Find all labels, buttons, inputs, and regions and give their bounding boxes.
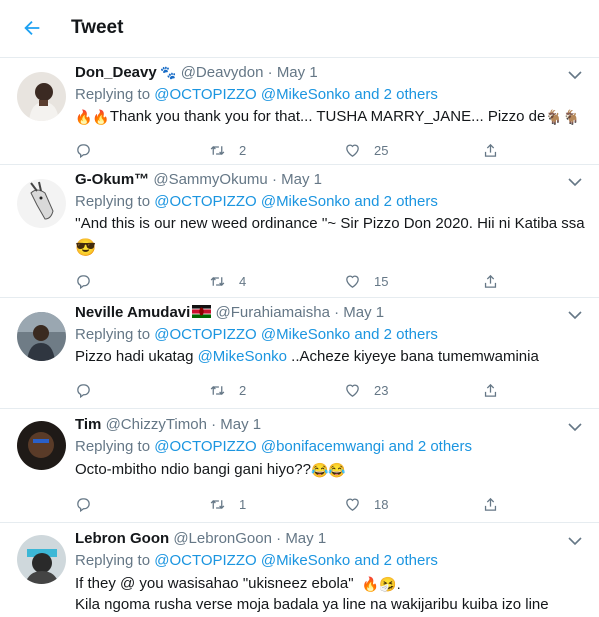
tweet-date[interactable]: May 1 [220,416,261,433]
tweet-text: ''And this is our new weed ordinance ''~… [75,215,585,232]
tweet-date[interactable]: May 1 [281,171,322,188]
author-handle[interactable]: @ChizzyTimoh [106,416,207,433]
chevron-down-icon[interactable] [568,422,582,432]
top-bar: Tweet [0,0,599,58]
avatar[interactable] [17,312,66,361]
tweet-item[interactable]: Lebron Goon @LebronGoon · May 1 Replying… [0,523,599,617]
chevron-down-icon[interactable] [568,70,582,80]
share-icon [484,274,497,288]
reply-icon [77,498,90,513]
like-button[interactable]: 25 [344,142,388,159]
tweet-text: Pizzo hadi ukatag @MikeSonko ..Acheze ki… [75,348,539,365]
replying-to: Replying to @OCTOPIZZO @bonifacemwangi a… [75,438,473,455]
reply-button[interactable] [75,496,105,513]
share-button[interactable] [482,496,512,513]
replying-to: Replying to @OCTOPIZZO @MikeSonko and 2 … [75,193,438,210]
kenya-flag-emoji [192,305,212,318]
retweet-icon [210,386,225,395]
like-icon [346,384,359,397]
tweet-item[interactable]: Neville Amudavi @Furahiamaisha · May 1 R… [0,298,599,409]
retweet-button[interactable]: 2 [209,142,246,159]
author-name[interactable]: Lebron Goon [75,530,169,547]
author-name[interactable]: Tim [75,416,101,433]
author-name[interactable]: Don_Deavy [75,64,157,81]
share-icon [484,497,497,511]
author-handle[interactable]: @Furahiamaisha [216,304,330,321]
tweet-text: Octo-mbitho ndio bangi gani hiyo??😂😂 [75,461,346,478]
avatar[interactable] [17,72,66,121]
reply-button[interactable] [75,273,105,290]
reply-icon [77,384,90,399]
like-button[interactable]: 23 [344,382,388,399]
tweet-item[interactable]: Tim @ChizzyTimoh · May 1 Replying to @OC… [0,409,599,523]
author-handle[interactable]: @LebronGoon [173,530,272,547]
author-name[interactable]: Neville Amudavi [75,304,190,321]
tweet-text-line2: Kila ngoma rusha verse moja badala ya li… [75,596,549,613]
avatar[interactable] [17,535,66,584]
share-button[interactable] [482,142,512,159]
tweet-date[interactable]: May 1 [343,304,384,321]
paw-emoji: 🐾 [156,65,177,80]
tweet-date[interactable]: May 1 [277,64,318,81]
page-title: Tweet [71,17,124,38]
reply-icon [77,275,90,290]
tweet-actions: 2 25 [75,142,505,162]
retweet-icon [210,277,225,286]
tweet-date[interactable]: May 1 [285,530,326,547]
tweet-actions: 1 18 [75,496,505,516]
author-name[interactable]: G-Okum™ [75,171,149,188]
back-arrow-icon[interactable] [21,17,43,39]
retweet-button[interactable]: 1 [209,496,246,513]
like-icon [346,498,359,511]
author-handle[interactable]: @Deavydon [181,64,264,81]
tweet-item[interactable]: G-Okum™ @SammyOkumu · May 1 Replying to … [0,165,599,298]
tweet-text: If they @ you wasisahao "ukisneez ebola"… [75,575,401,592]
tweet-actions: 4 15 [75,273,505,293]
avatar[interactable] [17,179,66,228]
chevron-down-icon[interactable] [568,310,582,320]
tweet-text-line2: 😎 [75,238,97,257]
replying-to: Replying to @OCTOPIZZO @MikeSonko and 2 … [75,552,438,569]
retweet-icon [210,146,225,155]
like-button[interactable]: 15 [344,273,388,290]
reply-button[interactable] [75,142,105,159]
replying-to: Replying to @OCTOPIZZO @MikeSonko and 2 … [75,326,438,343]
author-handle[interactable]: @SammyOkumu [153,171,267,188]
avatar[interactable] [17,421,66,470]
like-button[interactable]: 18 [344,496,388,513]
retweet-icon [210,500,225,509]
retweet-button[interactable]: 2 [209,382,246,399]
like-icon [346,144,359,157]
replying-to: Replying to @OCTOPIZZO @MikeSonko and 2 … [75,86,438,103]
reply-button[interactable] [75,382,105,399]
tweet-item[interactable]: Don_Deavy 🐾 @Deavydon · May 1 Replying t… [0,58,599,165]
share-icon [484,383,497,397]
share-button[interactable] [482,273,512,290]
chevron-down-icon[interactable] [568,177,582,187]
like-icon [346,275,359,288]
share-icon [484,143,497,157]
tweet-actions: 2 23 [75,382,505,402]
tweet-text: 🔥🔥Thank you thank you for that... TUSHA … [75,108,581,125]
retweet-button[interactable]: 4 [209,273,246,290]
reply-icon [77,144,90,159]
chevron-down-icon[interactable] [568,536,582,546]
share-button[interactable] [482,382,512,399]
